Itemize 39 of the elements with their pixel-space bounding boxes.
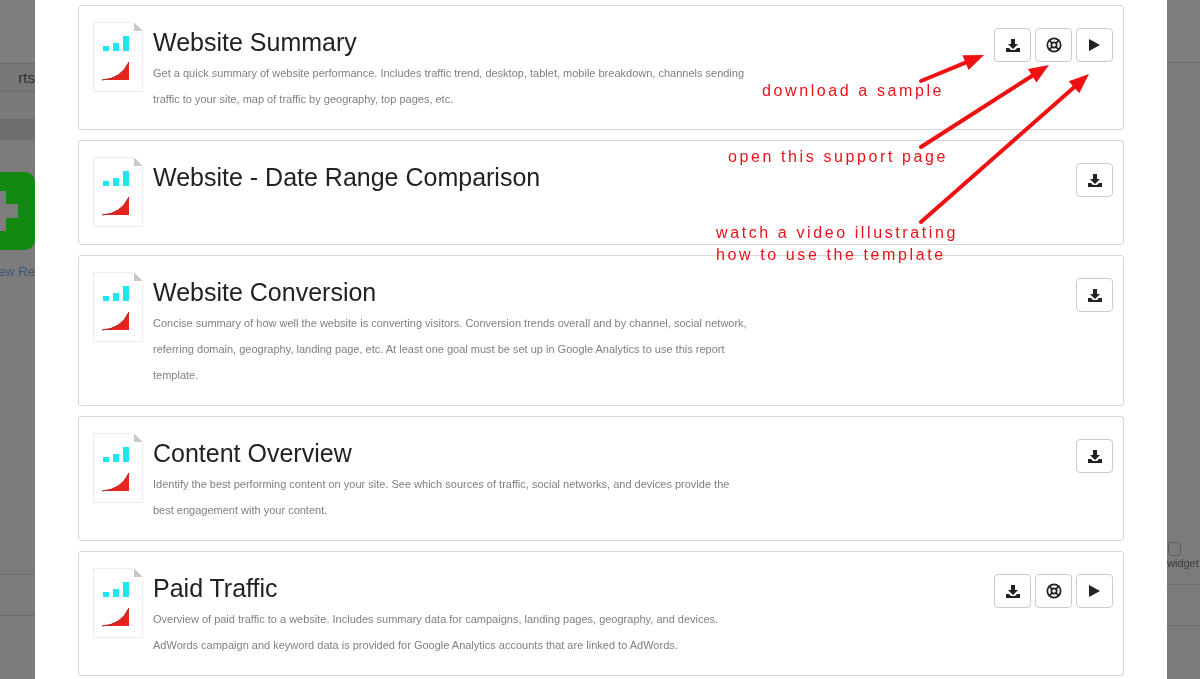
widget-icon [1168, 542, 1181, 556]
download-button[interactable] [1076, 163, 1113, 197]
play-button[interactable] [1076, 574, 1113, 608]
lifebuoy-icon [1045, 583, 1062, 599]
template-description: Identify the best performing content on your site. See which sources of traffic, social networks, and devices provide the best engagement with your content. [153, 477, 731, 518]
annotation-text: open this support page [728, 147, 948, 167]
template-title: Website Conversion [153, 277, 377, 308]
document-chart-icon [93, 433, 143, 503]
template-title: Content Overview [153, 438, 352, 469]
download-button[interactable] [994, 28, 1031, 62]
lifebuoy-icon [1045, 37, 1062, 53]
play-icon [1089, 585, 1100, 597]
support-button[interactable] [1035, 28, 1072, 62]
download-button[interactable] [994, 574, 1031, 608]
plus-icon [0, 191, 18, 231]
document-chart-icon [93, 568, 143, 638]
download-icon [1087, 288, 1102, 302]
download-icon [1087, 449, 1102, 463]
play-button[interactable] [1076, 28, 1113, 62]
document-chart-icon [93, 157, 143, 227]
template-title: Website Summary [153, 27, 357, 58]
download-icon [1087, 173, 1102, 187]
document-chart-icon [93, 22, 143, 92]
template-title: Paid Traffic [153, 573, 278, 604]
play-icon [1089, 39, 1100, 51]
document-chart-icon [93, 272, 143, 342]
template-description: Get a quick summary of website performance. Includes traffic trend, desktop, tablet, mobile breakdown, channels sending traffic to your site, map of traffic by geography, top pages, etc. [153, 66, 746, 107]
template-title: Website - Date Range Comparison [153, 162, 541, 193]
download-icon [1005, 38, 1020, 52]
download-button[interactable] [1076, 278, 1113, 312]
list-row [1167, 584, 1200, 626]
support-button[interactable] [1035, 574, 1072, 608]
download-icon [1005, 584, 1020, 598]
annotation-text: download a sample [762, 81, 945, 101]
template-description: Concise summary of how well the website is converting visitors. Conversion trends overall and by channel, social network, referring domain, geography, landing page, etc. At least one goal must be set up in Google Analytics to use this report template. [153, 316, 748, 383]
widget-label: widget [1167, 556, 1200, 570]
template-description: Overview of paid traffic to a website. Includes summary data for campaigns, landing pages, geography, and devices. AdWords campaign and keyword data is provided for Google Analytics accounts that are linked to AdWords. [153, 612, 720, 653]
annotation-text: watch a video illustrating how to use the template [716, 223, 958, 265]
download-button[interactable] [1076, 439, 1113, 473]
